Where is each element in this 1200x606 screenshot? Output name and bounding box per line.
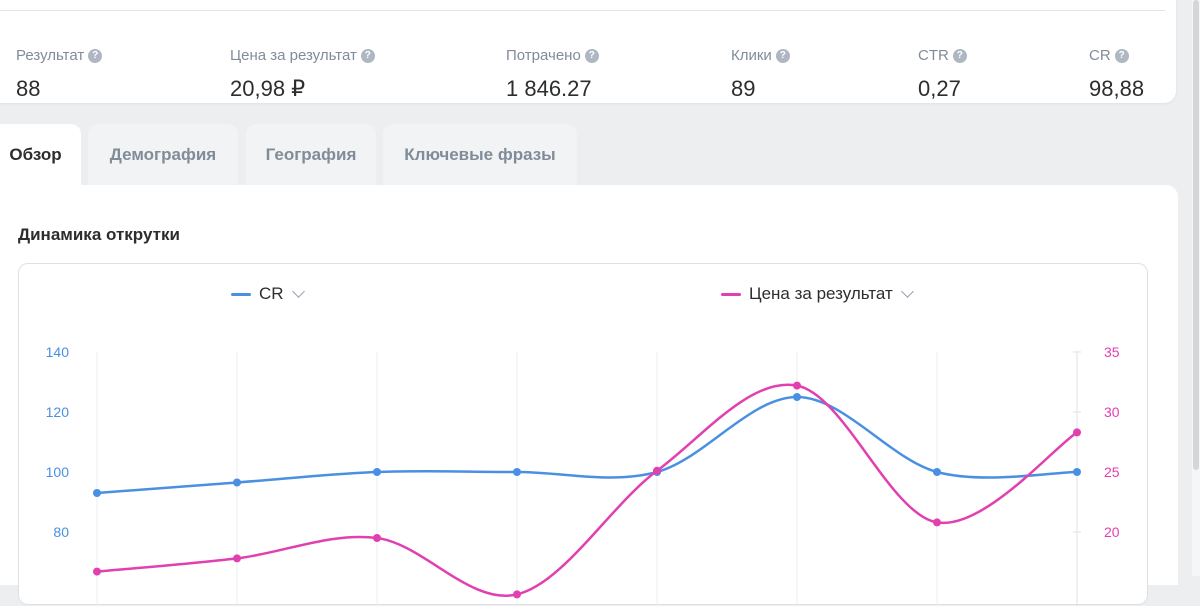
data-point <box>933 468 941 476</box>
scrollbar-track[interactable] <box>1192 0 1200 576</box>
data-point <box>93 489 101 497</box>
data-point <box>93 567 101 576</box>
data-point <box>653 466 661 475</box>
metric-price-per-result: Цена за результат? 20,98 ₽ <box>230 47 375 102</box>
help-icon[interactable]: ? <box>584 48 599 63</box>
right-tick-label: 30 <box>1104 404 1120 420</box>
right-tick-label: 25 <box>1104 464 1120 480</box>
help-icon[interactable]: ? <box>1114 48 1129 63</box>
left-tick-label: 80 <box>53 524 69 540</box>
metric-result: Результат? 88 <box>16 47 103 102</box>
metric-cr: CR? 98,88 <box>1089 47 1144 102</box>
metric-clicks: Клики? 89 <box>731 47 790 102</box>
data-point <box>233 478 241 487</box>
data-point <box>933 518 941 527</box>
data-point <box>513 590 521 599</box>
metric-value: 88 <box>16 76 41 101</box>
stats-divider <box>0 10 1165 11</box>
metric-value: 1 846.27 <box>506 76 592 101</box>
right-tick-label: 35 <box>1104 344 1120 360</box>
metric-label: CTR <box>918 47 949 64</box>
tab-demography[interactable]: Демография <box>88 124 238 186</box>
data-point <box>233 554 241 563</box>
series-line <box>96 383 1078 597</box>
right-tick-label: 20 <box>1104 524 1120 540</box>
metric-label: Клики <box>731 47 772 64</box>
tab-geography[interactable]: География <box>246 124 376 186</box>
data-point <box>1073 468 1081 476</box>
tab-key-phrases[interactable]: Ключевые фразы <box>383 124 577 186</box>
chart-container: CR Цена за результат 80 100 120 140 20 25 30 35 <box>18 263 1148 606</box>
line-chart: 80 100 120 140 20 25 30 35 <box>46 344 1120 606</box>
metric-ctr: CTR? 0,27 <box>918 47 967 102</box>
metric-spent: Потрачено? 1 846.27 <box>506 47 599 102</box>
left-tick-label: 120 <box>46 404 70 420</box>
metric-label: Результат <box>16 47 85 64</box>
metric-value: 98,88 <box>1089 76 1145 101</box>
help-icon[interactable]: ? <box>88 48 103 63</box>
overview-panel: Динамика открутки CR Цена за результат 8… <box>0 185 1178 606</box>
data-point <box>373 468 381 476</box>
metric-label: Потрачено <box>506 47 581 64</box>
help-icon[interactable]: ? <box>360 48 375 63</box>
data-point <box>793 381 801 390</box>
tab-overview[interactable]: Обзор <box>0 124 81 186</box>
metric-value: 20,98 ₽ <box>230 76 306 101</box>
scrollbar-thumb[interactable] <box>1193 0 1199 470</box>
left-tick-label: 100 <box>46 464 70 480</box>
metric-value: 89 <box>731 76 756 101</box>
data-point <box>793 393 801 401</box>
left-tick-label: 140 <box>46 344 70 360</box>
metric-label: CR <box>1089 47 1111 64</box>
data-point <box>513 468 521 476</box>
help-icon[interactable]: ? <box>952 48 967 63</box>
metric-value: 0,27 <box>918 76 961 101</box>
help-icon[interactable]: ? <box>775 48 790 63</box>
data-point <box>373 534 381 542</box>
series-line <box>96 395 1078 495</box>
data-point <box>1073 428 1081 437</box>
metric-label: Цена за результат <box>230 47 357 64</box>
